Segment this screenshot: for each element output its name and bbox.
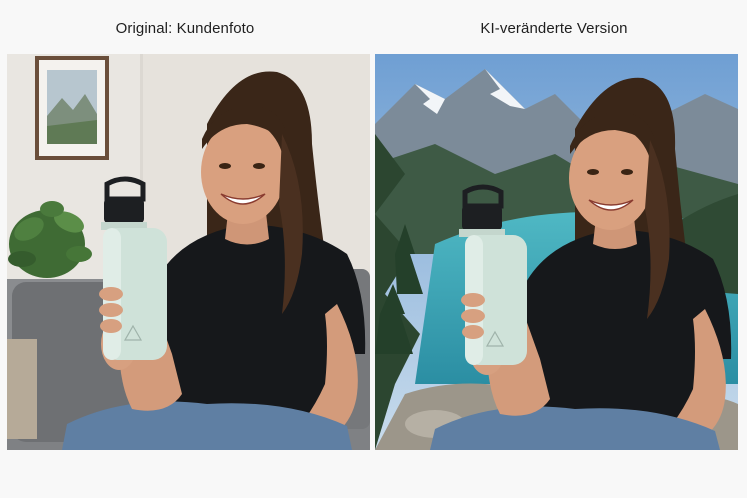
caption-original: Original: Kundenfoto [115,20,255,37]
original-photo [7,54,370,450]
edited-photo [375,54,738,450]
caption-edited: KI-veränderte Version [480,20,628,37]
framed-picture [35,56,109,160]
